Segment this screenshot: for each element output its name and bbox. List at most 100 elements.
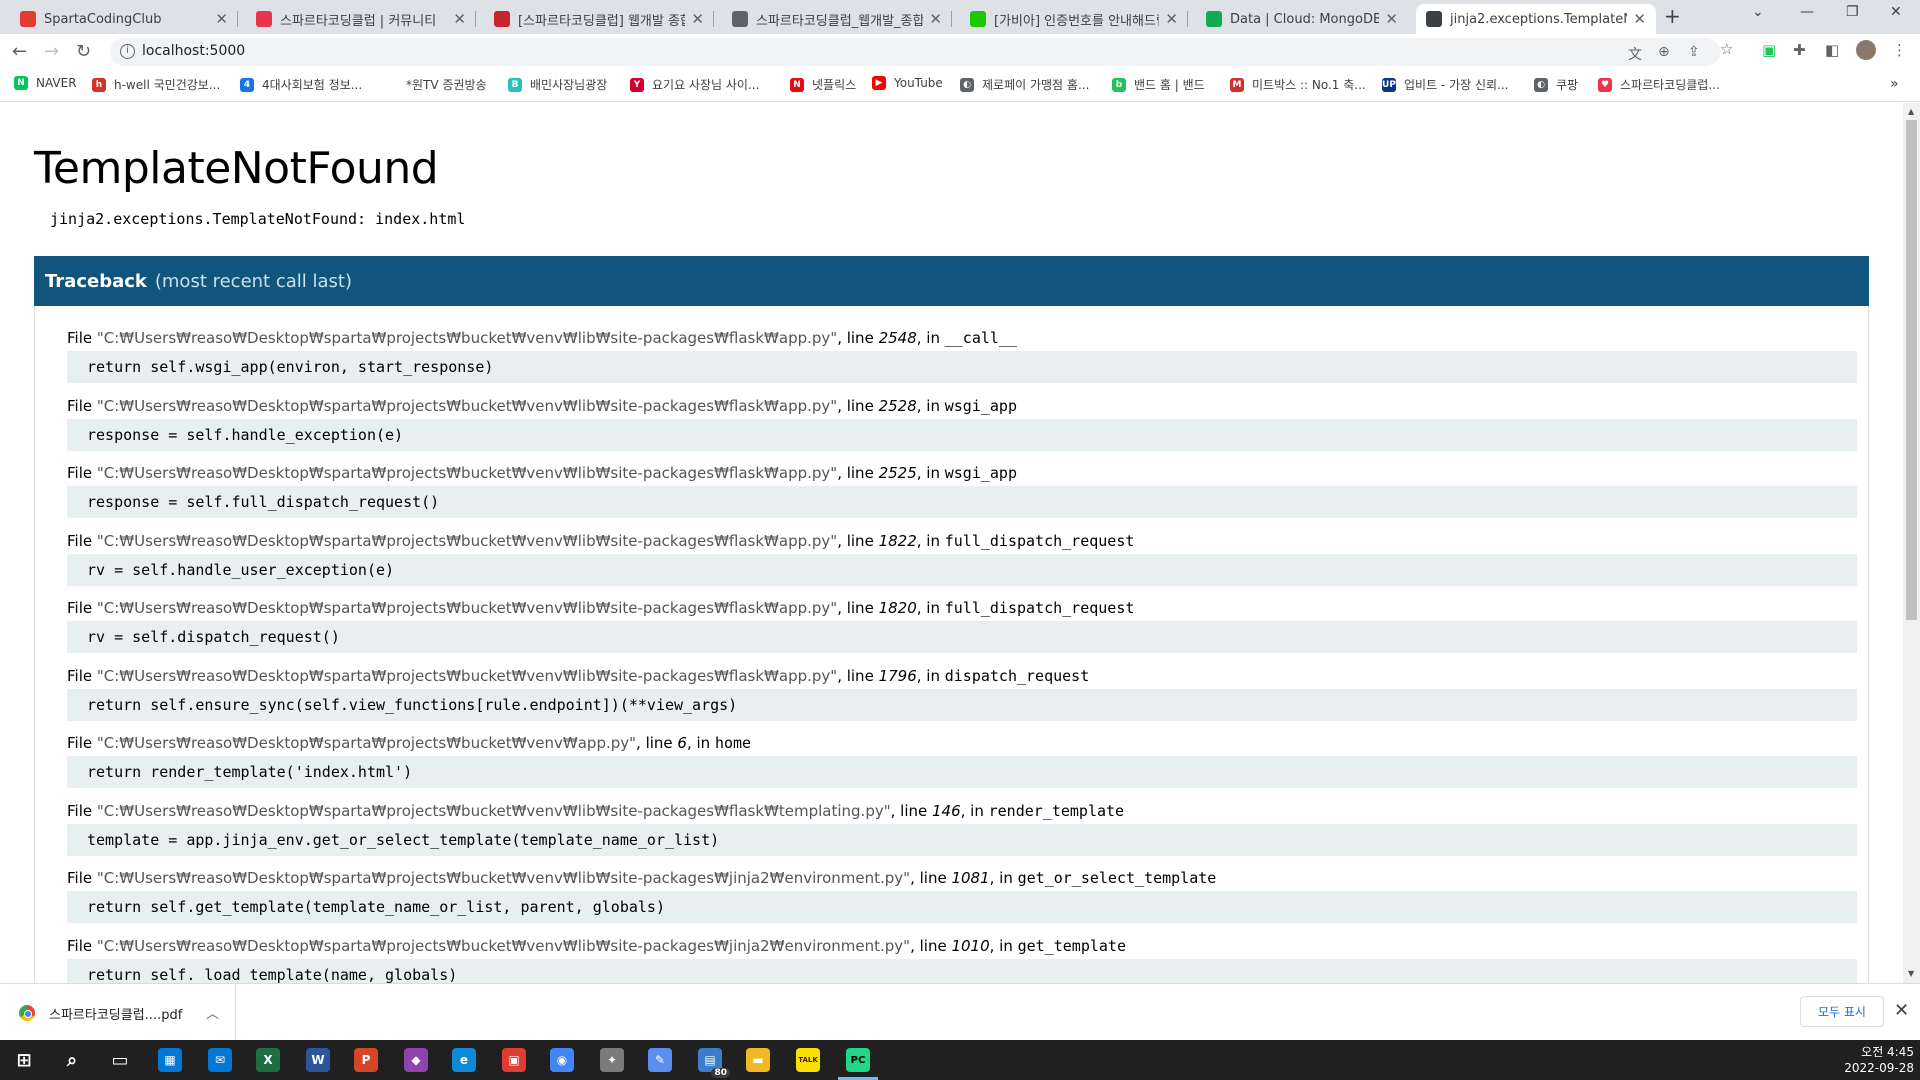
address-bar[interactable]: i localhost:5000 ⽂ ⊕ ⇪ [110,38,1720,66]
tab-search-icon[interactable]: ⌄ [1752,4,1764,20]
reload-button[interactable]: ↻ [76,41,91,62]
mail-icon [970,11,986,27]
page-scrollbar[interactable]: ▲ ▼ [1903,103,1920,983]
share-icon[interactable]: ⇪ [1688,44,1700,60]
app-icon-a[interactable]: ✦ [600,1048,624,1072]
extension-green-icon[interactable]: ▣ [1762,41,1776,59]
scroll-down-icon[interactable]: ▼ [1908,969,1914,978]
frame-code[interactable]: return render_template('index.html') [67,756,1857,788]
windows-start-icon[interactable]: ⊞ [12,1048,36,1072]
browser-tab[interactable]: SpartaCodingClub ✕ [10,4,238,34]
error-message: jinja2.exceptions.TemplateNotFound: inde… [50,210,466,228]
browser-tab[interactable]: 스파르타코딩클럽 | 커뮤니티 ✕ [246,4,476,34]
bookmark-item[interactable]: M 미트박스 :: No.1 축... [1230,76,1366,93]
browser-tab[interactable]: 스파르타코딩클럽_웹개발_종합 ✕ [722,4,952,34]
bookmark-item[interactable]: ◐ 제로페이 가맹점 홈... [960,76,1089,93]
restore-icon[interactable]: ❐ [1846,4,1859,20]
kakaotalk-icon[interactable]: TALK [796,1048,820,1072]
frame-code[interactable]: response = self.full_dispatch_request() [67,486,1857,518]
color-drop-icon[interactable]: ◆ [404,1048,428,1072]
frame-code[interactable]: return self.wsgi_app(environ, start_resp… [67,351,1857,383]
back-button[interactable]: ← [12,41,27,62]
minimize-icon[interactable]: — [1800,4,1814,20]
frame-filename: "C:₩Users₩reaso₩Desktop₩sparta₩projects₩… [96,599,838,617]
url-text[interactable]: localhost:5000 [142,43,245,59]
pycharm-icon[interactable]: PC [838,1048,878,1080]
bookmark-item[interactable]: h h-well 국민건강보... [92,76,220,93]
messenger-icon[interactable]: ▤ 80 [698,1048,730,1078]
tab-close-icon[interactable]: ✕ [215,10,228,28]
profile-avatar[interactable] [1856,40,1876,60]
tab-close-icon[interactable]: ✕ [929,10,942,28]
traceback-frame: File "C:₩Users₩reaso₩Desktop₩sparta₩proj… [67,397,1857,451]
browser-tab[interactable]: Data | Cloud: MongoDB Cloud ✕ [1196,4,1408,34]
bookmarks-overflow-icon[interactable]: » [1890,76,1899,92]
window-close-icon[interactable]: ✕ [1890,4,1902,20]
bookmark-item[interactable]: *원TV 증권방송 [406,76,487,93]
bookmark-item[interactable]: ◐ 쿠팡 [1534,76,1578,93]
extensions-puzzle-icon[interactable]: ✚ [1793,41,1806,59]
bookmark-item[interactable]: N NAVER [14,76,77,90]
scrollbar-thumb[interactable] [1906,120,1917,620]
bookmark-item[interactable]: ♥ 스파르타코딩클럽... [1598,76,1720,93]
file-explorer-icon[interactable]: ▬ [746,1048,770,1072]
new-tab-button[interactable]: + [1664,4,1681,28]
side-panel-icon[interactable]: ◧ [1825,41,1839,59]
mail-app-icon[interactable]: ✉ [208,1048,232,1072]
bookmark-item[interactable]: UP 업비트 - 가장 신뢰... [1382,76,1509,93]
in-prefix: , in [916,464,945,482]
zoom-icon[interactable]: ⊕ [1658,44,1670,60]
menu-dots-icon[interactable]: ⋮ [1892,41,1907,59]
bookmark-item[interactable]: Y 요기요 사장님 사이... [630,76,759,93]
frame-function: render_template [988,801,1125,820]
frame-code[interactable]: template = app.jinja_env.get_or_select_t… [67,823,1857,856]
tab-close-icon[interactable]: ✕ [691,10,704,28]
forward-button[interactable]: → [44,41,59,62]
frame-code[interactable]: return self.ensure_sync(self.view_functi… [67,688,1857,721]
taskbar-clock[interactable]: 오전 4:45 2022-09-28 [1838,1044,1914,1076]
traceback-frame: File "C:₩Users₩reaso₩Desktop₩sparta₩proj… [67,802,1857,856]
excel-icon[interactable]: X [256,1048,280,1072]
notebook-app-icon[interactable]: ▣ [502,1048,526,1072]
chrome-icon[interactable]: ◉ [550,1048,574,1072]
store-icon[interactable]: ▦ [158,1048,182,1072]
download-item[interactable]: 스파르타코딩클럽....pdf ︿ [0,984,236,1040]
word-icon[interactable]: W [306,1048,330,1072]
tab-close-icon[interactable]: ✕ [1385,10,1398,28]
browser-tab[interactable]: [가비아] 인증번호를 안내해드립 ✕ [960,4,1188,34]
task-view-icon[interactable]: ▭ [108,1048,132,1072]
bookmark-star-icon[interactable]: ☆ [1720,40,1733,58]
edge-icon[interactable]: e [452,1048,476,1072]
paint-icon[interactable]: ✎ [648,1048,672,1072]
scroll-up-icon[interactable]: ▲ [1908,107,1914,116]
browser-tab[interactable]: [스파르타코딩클럽] 웹개발 종합 ✕ [484,4,714,34]
frame-code[interactable]: return self._load_template(name, globals… [67,958,1857,983]
chevron-up-icon[interactable]: ︿ [206,1003,219,1022]
frame-filename: "C:₩Users₩reaso₩Desktop₩sparta₩projects₩… [96,329,838,347]
bookmark-item[interactable]: ▶ YouTube [872,76,943,90]
download-bar-close-icon[interactable]: ✕ [1894,1000,1909,1021]
traceback-frame: File "C:₩Users₩reaso₩Desktop₩sparta₩proj… [67,734,1857,788]
site-info-icon[interactable]: i [120,44,135,59]
tab-close-icon[interactable]: ✕ [1633,10,1646,28]
bookmark-item[interactable]: 4 4대사회보험 정보... [240,76,362,93]
download-filename[interactable]: 스파르타코딩클럽....pdf [49,1004,182,1023]
bookmark-item[interactable]: N 넷플릭스 [790,76,856,93]
powerpoint-icon[interactable]: P [354,1048,378,1072]
tab-close-icon[interactable]: ✕ [453,10,466,28]
tab-label: Data | Cloud: MongoDB Cloud [1230,11,1380,27]
terminal-icon [1426,11,1442,27]
frame-code[interactable]: rv = self.handle_user_exception(e) [67,553,1857,586]
line-prefix: , line [636,734,678,752]
frame-code[interactable]: return self.get_template(template_name_o… [67,891,1857,923]
browser-tab[interactable]: jinja2.exceptions.TemplateNotF ✕ [1416,4,1656,34]
frame-code[interactable]: response = self.handle_exception(e) [67,418,1857,451]
bookmark-item[interactable]: B 배민사장님광장 [508,76,607,93]
bookmark-item[interactable]: b 밴드 홈 | 밴드 [1112,76,1205,93]
tab-close-icon[interactable]: ✕ [1165,10,1178,28]
frame-code[interactable]: rv = self.dispatch_request() [67,621,1857,653]
search-icon[interactable]: ⌕ [60,1048,84,1072]
show-all-button[interactable]: 모두 표시 [1800,996,1884,1027]
notebook-icon [494,11,510,27]
translate-icon[interactable]: ⽂ [1628,44,1642,64]
